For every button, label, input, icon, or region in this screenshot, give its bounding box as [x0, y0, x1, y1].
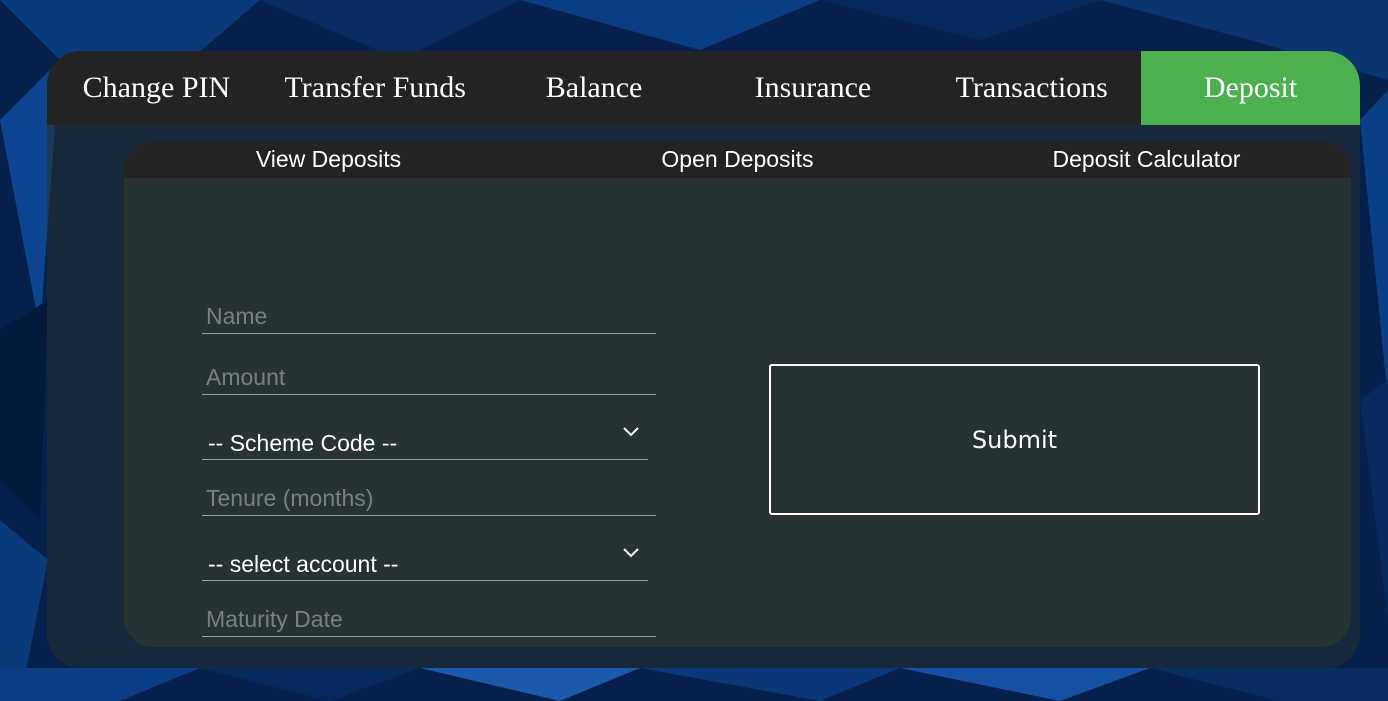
tab-transfer-funds[interactable]: Transfer Funds	[266, 51, 485, 125]
tab-balance[interactable]: Balance	[485, 51, 704, 125]
amount-input[interactable]	[202, 361, 656, 395]
account-select[interactable]: -- select account --	[202, 541, 648, 581]
subtab-view-deposits[interactable]: View Deposits	[124, 141, 533, 178]
main-tab-bar: Change PIN Transfer Funds Balance Insura…	[47, 51, 1360, 125]
maturity-date-input[interactable]	[202, 603, 656, 637]
tab-deposit[interactable]: Deposit	[1141, 51, 1360, 125]
tenure-input[interactable]	[202, 482, 656, 516]
chevron-down-icon	[623, 548, 639, 558]
tab-insurance[interactable]: Insurance	[703, 51, 922, 125]
deposit-panel: View Deposits Open Deposits Deposit Calc…	[124, 141, 1351, 647]
main-panel: Change PIN Transfer Funds Balance Insura…	[47, 51, 1360, 668]
subtab-open-deposits[interactable]: Open Deposits	[533, 141, 942, 178]
subtab-deposit-calculator[interactable]: Deposit Calculator	[942, 141, 1351, 178]
deposit-sub-tab-bar: View Deposits Open Deposits Deposit Calc…	[124, 141, 1351, 178]
scheme-code-selected: -- Scheme Code --	[208, 430, 398, 456]
chevron-down-icon	[623, 427, 639, 437]
tab-transactions[interactable]: Transactions	[922, 51, 1141, 125]
tab-change-pin[interactable]: Change PIN	[47, 51, 266, 125]
scheme-code-select[interactable]: -- Scheme Code --	[202, 420, 648, 460]
submit-button[interactable]: Submit	[769, 364, 1260, 515]
name-input[interactable]	[202, 300, 656, 334]
account-selected: -- select account --	[208, 551, 399, 577]
